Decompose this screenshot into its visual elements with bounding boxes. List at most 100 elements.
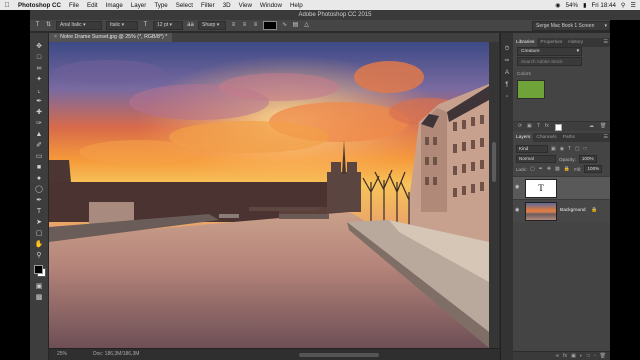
brush-tool-icon[interactable]: ✑ — [34, 120, 44, 128]
type-tool-preset-icon[interactable]: T — [34, 22, 41, 29]
text-color-swatch[interactable] — [263, 21, 277, 30]
blur-tool-icon[interactable]: ● — [34, 175, 44, 183]
layer-row-background[interactable]: ◉ Background 🔒 — [513, 199, 610, 222]
font-style-select[interactable]: Italic — [106, 21, 138, 30]
align-left-icon[interactable]: ≡ — [230, 22, 237, 29]
eraser-tool-icon[interactable]: ▭ — [34, 153, 44, 161]
lasso-tool-icon[interactable]: ∞ — [34, 65, 44, 73]
document-canvas[interactable] — [49, 42, 489, 348]
menu-image[interactable]: Image — [102, 2, 127, 9]
tab-history[interactable]: History — [565, 38, 586, 47]
quick-select-tool-icon[interactable]: ✦ — [34, 76, 44, 84]
align-center-icon[interactable]: ≡ — [241, 22, 248, 29]
blend-mode-select[interactable]: Normal — [516, 155, 556, 163]
align-right-icon[interactable]: ≡ — [252, 22, 259, 29]
new-layer-icon[interactable]: ▫ — [594, 352, 596, 360]
tab-channels[interactable]: Channels — [533, 133, 559, 142]
history-panel-icon[interactable]: ⏱ — [503, 45, 511, 53]
rectangle-tool-icon[interactable]: ▢ — [34, 230, 44, 238]
zoom-level[interactable]: 25% — [57, 349, 67, 360]
pen-tool-icon[interactable]: ✒ — [34, 197, 44, 205]
menu-edit[interactable]: Edit — [83, 2, 102, 9]
tab-libraries[interactable]: Libraries — [513, 38, 538, 47]
tab-properties[interactable]: Properties — [537, 38, 565, 47]
menu-type[interactable]: Type — [150, 2, 171, 9]
battery-percent[interactable]: 54% — [566, 2, 578, 9]
canvas-vertical-scrollbar[interactable] — [489, 42, 499, 348]
paragraph-panel-icon[interactable]: ¶ — [503, 81, 511, 89]
character-panel-icon[interactable]: A — [503, 69, 511, 77]
menu-help[interactable]: Help — [286, 2, 307, 9]
warp-text-icon[interactable]: ∿ — [281, 22, 288, 29]
menu-3d[interactable]: 3D — [219, 2, 235, 9]
menu-window[interactable]: Window — [256, 2, 286, 9]
font-family-select[interactable]: Arial Italic — [56, 21, 102, 30]
quick-mask-icon[interactable]: ▣ — [34, 283, 44, 291]
3d-icon[interactable]: △ — [303, 22, 310, 29]
character-panel-icon[interactable]: ▤ — [292, 22, 299, 29]
library-add-graphic-icon[interactable]: ▣ — [527, 123, 532, 129]
battery-icon[interactable]: ▮ — [583, 2, 586, 9]
workspace-select[interactable]: Serge Mac Book 1 Screen — [532, 21, 610, 31]
menu-app-name[interactable]: Photoshop CC — [14, 2, 65, 9]
library-add-color-icon[interactable] — [555, 124, 562, 131]
layer-kind-select[interactable]: Kind — [516, 145, 548, 153]
hand-tool-icon[interactable]: ✋ — [34, 241, 44, 249]
panel-menu-icon[interactable]: ☰ — [604, 38, 610, 47]
layer-filter-icons[interactable]: ▣ ◉ T ▢ □ — [551, 146, 588, 152]
layer-row-text[interactable]: ◉ T — [513, 176, 610, 199]
document-tab[interactable]: × Notre Drame Sunset.jpg @ 25% (*, RGB/8*… — [49, 33, 173, 42]
layers-menu-icon[interactable]: ☰ — [604, 133, 610, 142]
path-selection-tool-icon[interactable]: ➤ — [34, 219, 44, 227]
foreground-color-swatch[interactable] — [34, 265, 43, 274]
add-mask-icon[interactable]: ▣ — [571, 352, 576, 360]
visibility-eye-icon[interactable]: ◉ — [515, 184, 521, 190]
notification-center-icon[interactable]: ☰ — [630, 2, 636, 9]
menu-layer[interactable]: Layer — [127, 2, 150, 9]
library-select[interactable]: Creature — [517, 47, 582, 56]
spotlight-icon[interactable]: ⚲ — [621, 2, 626, 9]
type-tool-icon[interactable]: T — [34, 208, 44, 216]
history-brush-tool-icon[interactable]: ✐ — [34, 142, 44, 150]
menu-select[interactable]: Select — [172, 2, 197, 9]
crop-tool-icon[interactable]: ⌞ — [34, 87, 44, 95]
healing-brush-tool-icon[interactable]: ✚ — [34, 109, 44, 117]
delete-layer-icon[interactable]: 🗑 — [600, 352, 606, 360]
adjustment-layer-icon[interactable]: ◐ — [580, 352, 583, 360]
close-tab-icon[interactable]: × — [54, 34, 57, 40]
apple-menu-icon[interactable]:  — [0, 2, 14, 9]
layer-style-icon[interactable]: fx — [563, 352, 567, 360]
dodge-tool-icon[interactable]: ◯ — [34, 186, 44, 194]
foreground-background-colors[interactable] — [34, 265, 46, 277]
move-tool-icon[interactable]: ✥ — [34, 43, 44, 51]
brushes-panel-icon[interactable]: ✑ — [503, 57, 511, 65]
clock[interactable]: Fri 18:44 — [591, 2, 615, 9]
clone-stamp-tool-icon[interactable]: ▲ — [34, 131, 44, 139]
opacity-field[interactable]: 100% — [578, 155, 597, 163]
visibility-eye-icon[interactable]: ◉ — [515, 207, 521, 213]
zoom-tool-icon[interactable]: ⚲ — [34, 252, 44, 260]
link-layers-icon[interactable]: ∞ — [556, 352, 560, 360]
glyphs-panel-icon[interactable]: ▫ — [503, 93, 511, 101]
library-cloud-icon[interactable]: ☁ — [589, 123, 594, 129]
stock-search-input[interactable]: Search Adobe Stock — [517, 57, 582, 66]
library-delete-icon[interactable]: 🗑 — [600, 123, 606, 129]
font-size-select[interactable]: 12 pt — [153, 21, 183, 30]
wifi-icon[interactable]: ◉ — [555, 2, 560, 9]
lock-icons[interactable]: ▢ ✒ ✥ ▩ 🔒 — [530, 166, 571, 172]
new-group-icon[interactable]: □ — [587, 352, 590, 360]
scroll-thumb[interactable] — [492, 142, 496, 182]
doc-size-info[interactable]: Doc: 186,3M/186,3M — [93, 349, 139, 360]
eyedropper-tool-icon[interactable]: ✒ — [34, 98, 44, 106]
library-add-text-icon[interactable]: T — [537, 123, 540, 129]
library-sync-icon[interactable]: ⟳ — [518, 123, 522, 129]
gradient-tool-icon[interactable]: ■ — [34, 164, 44, 172]
menu-filter[interactable]: Filter — [197, 2, 219, 9]
tab-paths[interactable]: Paths — [560, 133, 578, 142]
horizontal-scroll-thumb[interactable] — [299, 353, 379, 357]
antialias-select[interactable]: Sharp — [198, 21, 226, 30]
library-add-style-icon[interactable]: fx — [545, 123, 549, 129]
menu-file[interactable]: File — [65, 2, 83, 9]
tab-layers[interactable]: Layers — [513, 133, 534, 142]
menu-view[interactable]: View — [235, 2, 256, 9]
